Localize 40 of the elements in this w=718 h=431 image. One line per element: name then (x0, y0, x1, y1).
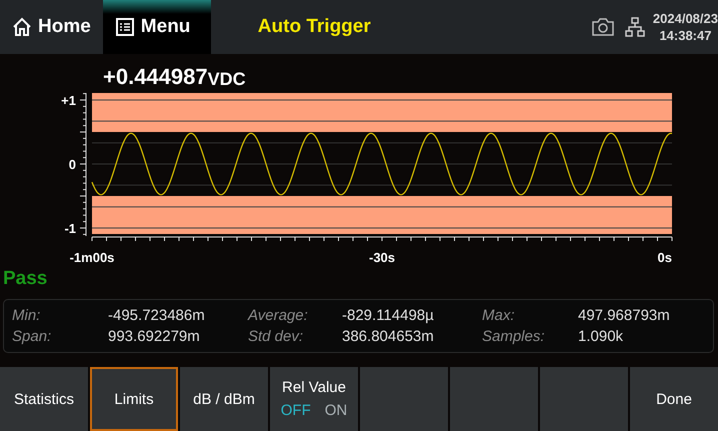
softkey-button[interactable]: Done (630, 367, 718, 431)
toggle-option[interactable]: ON (324, 402, 348, 419)
limit-result: Pass (2, 267, 48, 291)
time-text: 14:38:47 (659, 27, 712, 44)
stat-label: Average: (248, 307, 309, 324)
stat-label: Min: (12, 307, 42, 324)
home-button[interactable]: Home (0, 0, 103, 54)
stat-value: 497.968793m (578, 307, 671, 324)
blank-softkey[interactable] (360, 367, 448, 431)
home-icon (12, 17, 32, 37)
list-icon (114, 17, 135, 37)
x-tick-label: -30s (368, 250, 396, 265)
x-tick-label: -1m00s (70, 250, 114, 265)
stat-label: Std dev: (248, 328, 304, 345)
stat-label: Samples: (482, 328, 546, 345)
network-icon (624, 17, 645, 37)
trigger-mode-title: Auto Trigger (258, 16, 372, 38)
y-tick-label: -1 (64, 221, 76, 236)
softkey-button[interactable]: Limits (90, 367, 178, 431)
stat-value: 1.090k (578, 328, 624, 345)
stat-value: 993.692279m (108, 328, 201, 345)
stat-label: Max: (482, 307, 516, 324)
reading-value: +0.444987 (103, 64, 208, 90)
reading-unit: VDC (208, 69, 246, 90)
y-tick-label: 0 (68, 157, 76, 172)
toggle-option[interactable]: OFF (280, 402, 311, 419)
stat-value: -829.114498µ (342, 307, 435, 324)
y-tick-label: +1 (61, 93, 76, 108)
menu-button[interactable]: Menu (102, 0, 211, 54)
stat-value: 386.804653m (342, 328, 435, 345)
stat-value: -495.723486m (108, 307, 206, 324)
rel-value-label: Rel Value (282, 379, 346, 396)
date-text: 2024/08/23 (652, 10, 718, 27)
softkey-button[interactable]: dB / dBm (180, 367, 268, 431)
softkey-button[interactable]: Statistics (0, 367, 88, 431)
blank-softkey[interactable] (450, 367, 538, 431)
camera-icon[interactable] (590, 17, 615, 37)
blank-softkey[interactable] (540, 367, 628, 431)
x-tick-label: 0s (658, 250, 672, 265)
stat-label: Span: (12, 328, 52, 345)
